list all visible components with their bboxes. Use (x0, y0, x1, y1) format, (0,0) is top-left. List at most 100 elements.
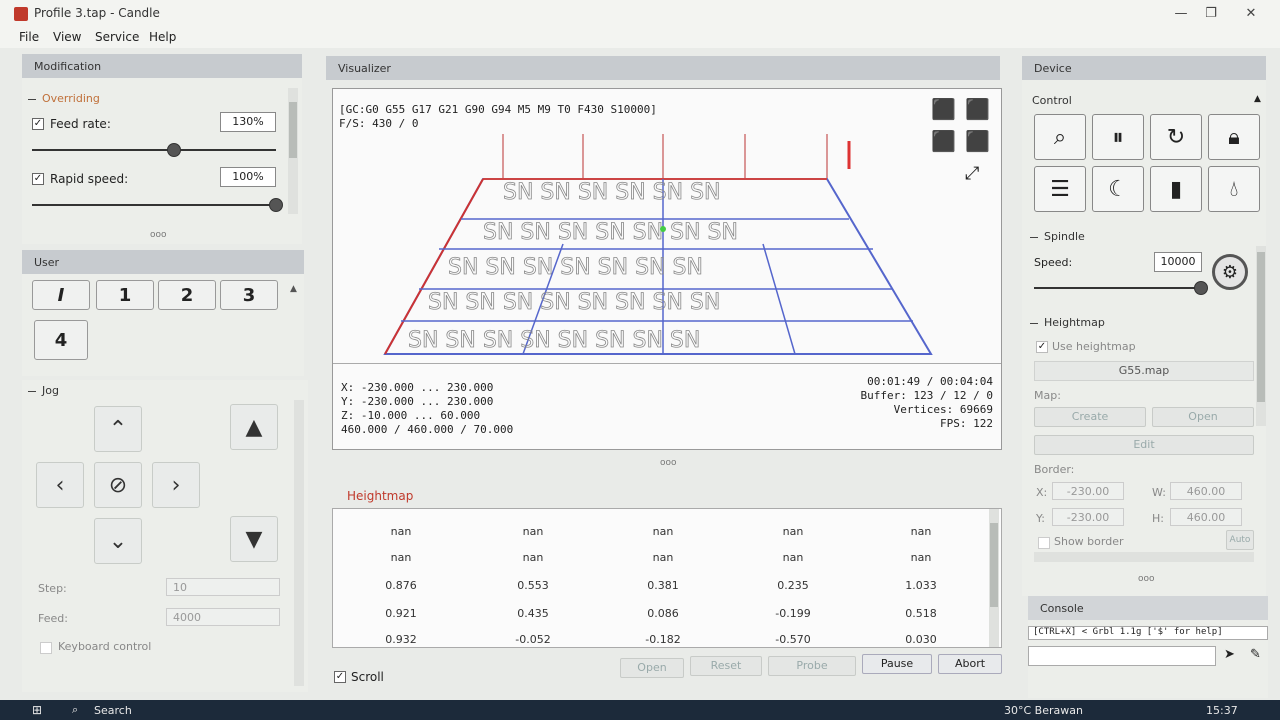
spindle-speed-knob[interactable] (1193, 281, 1208, 295)
console-input[interactable] (1028, 646, 1216, 666)
heightmap-cell[interactable]: -0.182 (623, 633, 703, 646)
device-hscrollbar[interactable] (1034, 552, 1254, 562)
heightmap-scrollbar[interactable] (989, 509, 999, 647)
splitter-handle[interactable]: ooo (660, 458, 677, 468)
check-mode-button[interactable]: ☰ (1034, 166, 1086, 212)
feed-combobox[interactable]: 4000 (166, 608, 280, 626)
sleep-button[interactable]: ☾ (1092, 166, 1144, 212)
spindle-speed-value[interactable]: 10000 (1154, 252, 1202, 272)
send-icon[interactable]: ➤ (1224, 647, 1235, 662)
console-output[interactable]: [CTRL+X] < Grbl 1.1g ['$' for help] (1028, 626, 1268, 640)
keyboard-control-checkbox[interactable] (40, 642, 52, 654)
heightmap-cell[interactable]: 1.033 (881, 579, 961, 592)
heightmap-cell[interactable]: nan (493, 525, 573, 538)
taskbar-search[interactable]: Search (94, 704, 132, 717)
heightmap-table[interactable]: nan nan nan nan nan nan nan nan nan nan 0.876 0.553… (332, 508, 1002, 648)
menu-view[interactable]: View (53, 30, 81, 44)
heightmap-cell[interactable]: 0.553 (493, 579, 573, 592)
scroll-thumb[interactable] (1257, 252, 1265, 402)
pause-machine-button[interactable]: ⏸ (1092, 114, 1144, 160)
heightmap-cell[interactable]: 0.876 (361, 579, 441, 592)
create-map-button[interactable]: Create (1034, 407, 1146, 427)
fit-view-icon[interactable]: ⤢ (965, 163, 979, 184)
rapid-speed-checkbox[interactable]: ✓ (32, 173, 44, 185)
heightmap-cell[interactable]: nan (881, 551, 961, 564)
close-button[interactable]: ✕ (1236, 4, 1266, 24)
rapid-speed-value[interactable]: 100% (220, 167, 276, 187)
heightmap-section[interactable]: Heightmap (1030, 316, 1105, 329)
jog-y-plus-button[interactable]: ⌃ (94, 406, 142, 452)
rapid-speed-slider[interactable] (32, 204, 276, 206)
user-button-4[interactable]: 4 (34, 320, 88, 360)
open-map-button[interactable]: Open (1152, 407, 1254, 427)
map-file-field[interactable]: G55.map (1034, 361, 1254, 381)
weather-label[interactable]: 30°C Berawan (1004, 704, 1083, 717)
flood-button[interactable]: 💧︎ (1208, 166, 1260, 212)
jog-x-minus-button[interactable]: ‹ (36, 462, 84, 508)
minimize-button[interactable]: — (1166, 4, 1196, 24)
rapid-speed-slider-knob[interactable] (269, 198, 283, 212)
menu-service[interactable]: Service (95, 30, 139, 44)
user-button-i[interactable]: I (32, 280, 90, 310)
edit-map-button[interactable]: Edit (1034, 435, 1254, 455)
border-w-field[interactable]: 460.00 (1170, 482, 1242, 500)
heightmap-cell[interactable]: 0.518 (881, 607, 961, 620)
visualizer-view[interactable]: [GC:G0 G55 G17 G21 G90 G94 M5 M9 T0 F430… (332, 88, 1002, 450)
reset-machine-button[interactable]: ↻ (1150, 114, 1202, 160)
heightmap-cell[interactable]: -0.199 (753, 607, 833, 620)
user-button-3[interactable]: 3 (220, 280, 278, 310)
unlock-button[interactable]: 🔒︎ (1208, 114, 1260, 160)
modification-scrollbar[interactable] (288, 88, 298, 214)
scroll-checkbox[interactable]: ✓ (334, 671, 346, 683)
door-button[interactable]: ▮ (1150, 166, 1202, 212)
border-h-field[interactable]: 460.00 (1170, 508, 1242, 526)
jog-z-minus-button[interactable]: ▼ (230, 516, 278, 562)
open-button[interactable]: Open (620, 658, 684, 678)
show-border-checkbox[interactable] (1038, 537, 1050, 549)
chevron-up-icon[interactable]: ▲ (290, 284, 297, 294)
heightmap-cell[interactable]: nan (361, 525, 441, 538)
heightmap-cell[interactable]: 0.086 (623, 607, 703, 620)
auto-button[interactable]: Auto (1226, 530, 1254, 550)
spindle-speed-slider[interactable] (1034, 287, 1204, 289)
search-icon[interactable]: ⌕ (72, 703, 78, 717)
menu-file[interactable]: File (19, 30, 39, 44)
scroll-thumb[interactable] (990, 523, 998, 607)
chevron-up-icon[interactable]: ▲ (1254, 94, 1261, 104)
view-iso-cube-icon[interactable]: ⬛ (931, 97, 956, 121)
scroll-thumb[interactable] (289, 102, 297, 158)
spindle-button[interactable]: ⚙ (1212, 254, 1248, 290)
device-scrollbar[interactable] (1256, 246, 1266, 426)
overriding-section[interactable]: Overriding (28, 92, 100, 105)
user-button-2[interactable]: 2 (158, 280, 216, 310)
abort-button[interactable]: Abort (938, 654, 1002, 674)
feed-rate-value[interactable]: 130% (220, 112, 276, 132)
heightmap-cell[interactable]: -0.570 (753, 633, 833, 646)
menu-help[interactable]: Help (149, 30, 176, 44)
splitter-handle[interactable]: ooo (1138, 574, 1155, 584)
view-front-cube-icon[interactable]: ⬛ (931, 129, 956, 153)
feed-rate-checkbox[interactable]: ✓ (32, 118, 44, 130)
left-scrollbar[interactable] (294, 400, 304, 686)
heightmap-cell[interactable]: nan (753, 525, 833, 538)
home-button[interactable]: ⌕ (1034, 114, 1086, 160)
maximize-button[interactable]: ❐ (1196, 4, 1226, 24)
reset-button[interactable]: Reset (690, 656, 762, 676)
heightmap-cell[interactable]: -0.052 (493, 633, 573, 646)
heightmap-cell[interactable]: 0.030 (881, 633, 961, 646)
jog-section[interactable]: Jog (28, 384, 59, 397)
spindle-section[interactable]: Spindle (1030, 230, 1085, 243)
jog-stop-button[interactable]: ⊘ (94, 462, 142, 508)
heightmap-cell[interactable]: 0.435 (493, 607, 573, 620)
pause-button[interactable]: Pause (862, 654, 932, 674)
heightmap-cell[interactable]: 0.921 (361, 607, 441, 620)
heightmap-cell[interactable]: nan (623, 525, 703, 538)
heightmap-cell[interactable]: 0.381 (623, 579, 703, 592)
heightmap-cell[interactable]: nan (361, 551, 441, 564)
heightmap-cell[interactable]: 0.932 (361, 633, 441, 646)
border-x-field[interactable]: -230.00 (1052, 482, 1124, 500)
view-top-cube-icon[interactable]: ⬛ (965, 97, 990, 121)
feed-rate-slider[interactable] (32, 149, 276, 151)
heightmap-cell[interactable]: 0.235 (753, 579, 833, 592)
jog-z-plus-button[interactable]: ▲ (230, 404, 278, 450)
